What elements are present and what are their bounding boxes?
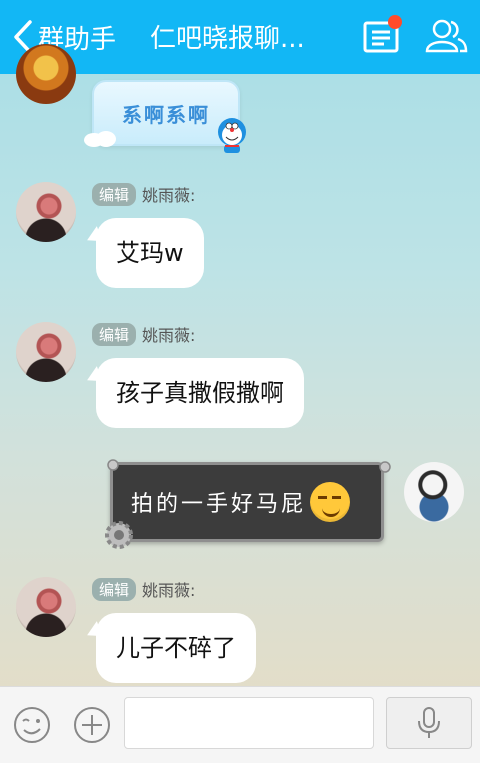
message-bubble[interactable]: 孩子真撒假撒啊: [96, 358, 304, 428]
sender-name[interactable]: 姚雨薇:: [142, 322, 195, 346]
role-badge: 编辑: [92, 182, 137, 206]
chat-title: 仁吧晓报聊...: [150, 24, 305, 54]
plus-circle-icon[interactable]: [72, 705, 112, 745]
avatar[interactable]: [16, 44, 76, 104]
message-bubble[interactable]: 艾玛w: [96, 218, 204, 288]
gear-icon: [105, 521, 133, 549]
avatar[interactable]: [16, 182, 76, 242]
sender-name[interactable]: 姚雨薇:: [142, 182, 195, 206]
bolt-icon: [379, 461, 391, 473]
sender-line: 编辑 姚雨薇:: [92, 182, 195, 206]
sticker-text: 系啊系啊: [122, 102, 210, 127]
message-input[interactable]: [124, 697, 374, 749]
message-bubble[interactable]: 儿子不碎了: [96, 613, 256, 683]
bolt-icon: [107, 459, 119, 471]
role-badge: 编辑: [92, 322, 137, 346]
microphone-icon: [418, 707, 440, 738]
avatar[interactable]: [16, 577, 76, 637]
my-message-bubble[interactable]: 拍的一手好马屁: [110, 462, 384, 542]
my-message-text: 拍的一手好马屁: [131, 492, 307, 517]
role-badge: 编辑: [92, 577, 137, 601]
doraemon-icon: [218, 118, 246, 153]
avatar[interactable]: [16, 322, 76, 382]
my-avatar[interactable]: [404, 462, 464, 522]
sender-line: 编辑 姚雨薇:: [92, 322, 195, 346]
group-members-icon[interactable]: [424, 17, 468, 55]
cloud-icon: [84, 131, 116, 147]
sender-name[interactable]: 姚雨薇:: [142, 577, 195, 601]
input-bar: [0, 686, 480, 763]
sender-line: 编辑 姚雨薇:: [92, 577, 195, 601]
wink-face-icon[interactable]: [12, 705, 52, 745]
smirk-emoji: [310, 482, 351, 522]
voice-button[interactable]: [386, 697, 472, 749]
unread-dot: [388, 15, 402, 29]
